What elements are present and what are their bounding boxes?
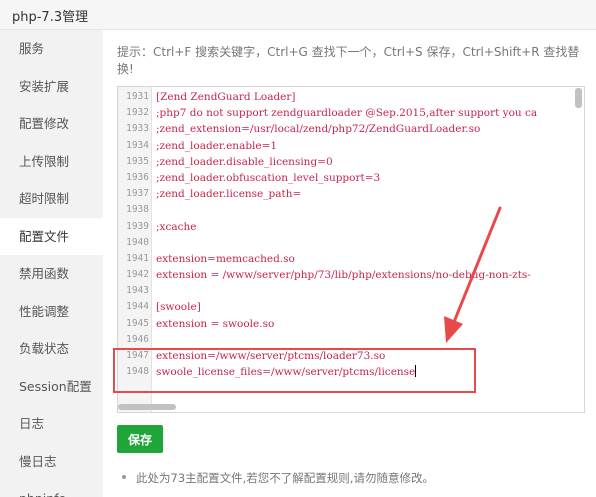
bullet-icon <box>122 475 126 479</box>
config-note-text: 此处为73主配置文件,若您不了解配置规则,请勿随意修改。 <box>136 471 434 485</box>
config-note: 此处为73主配置文件,若您不了解配置规则,请勿随意修改。 <box>122 470 434 486</box>
annotation-arrow-icon <box>444 206 502 343</box>
save-button[interactable]: 保存 <box>117 425 163 453</box>
